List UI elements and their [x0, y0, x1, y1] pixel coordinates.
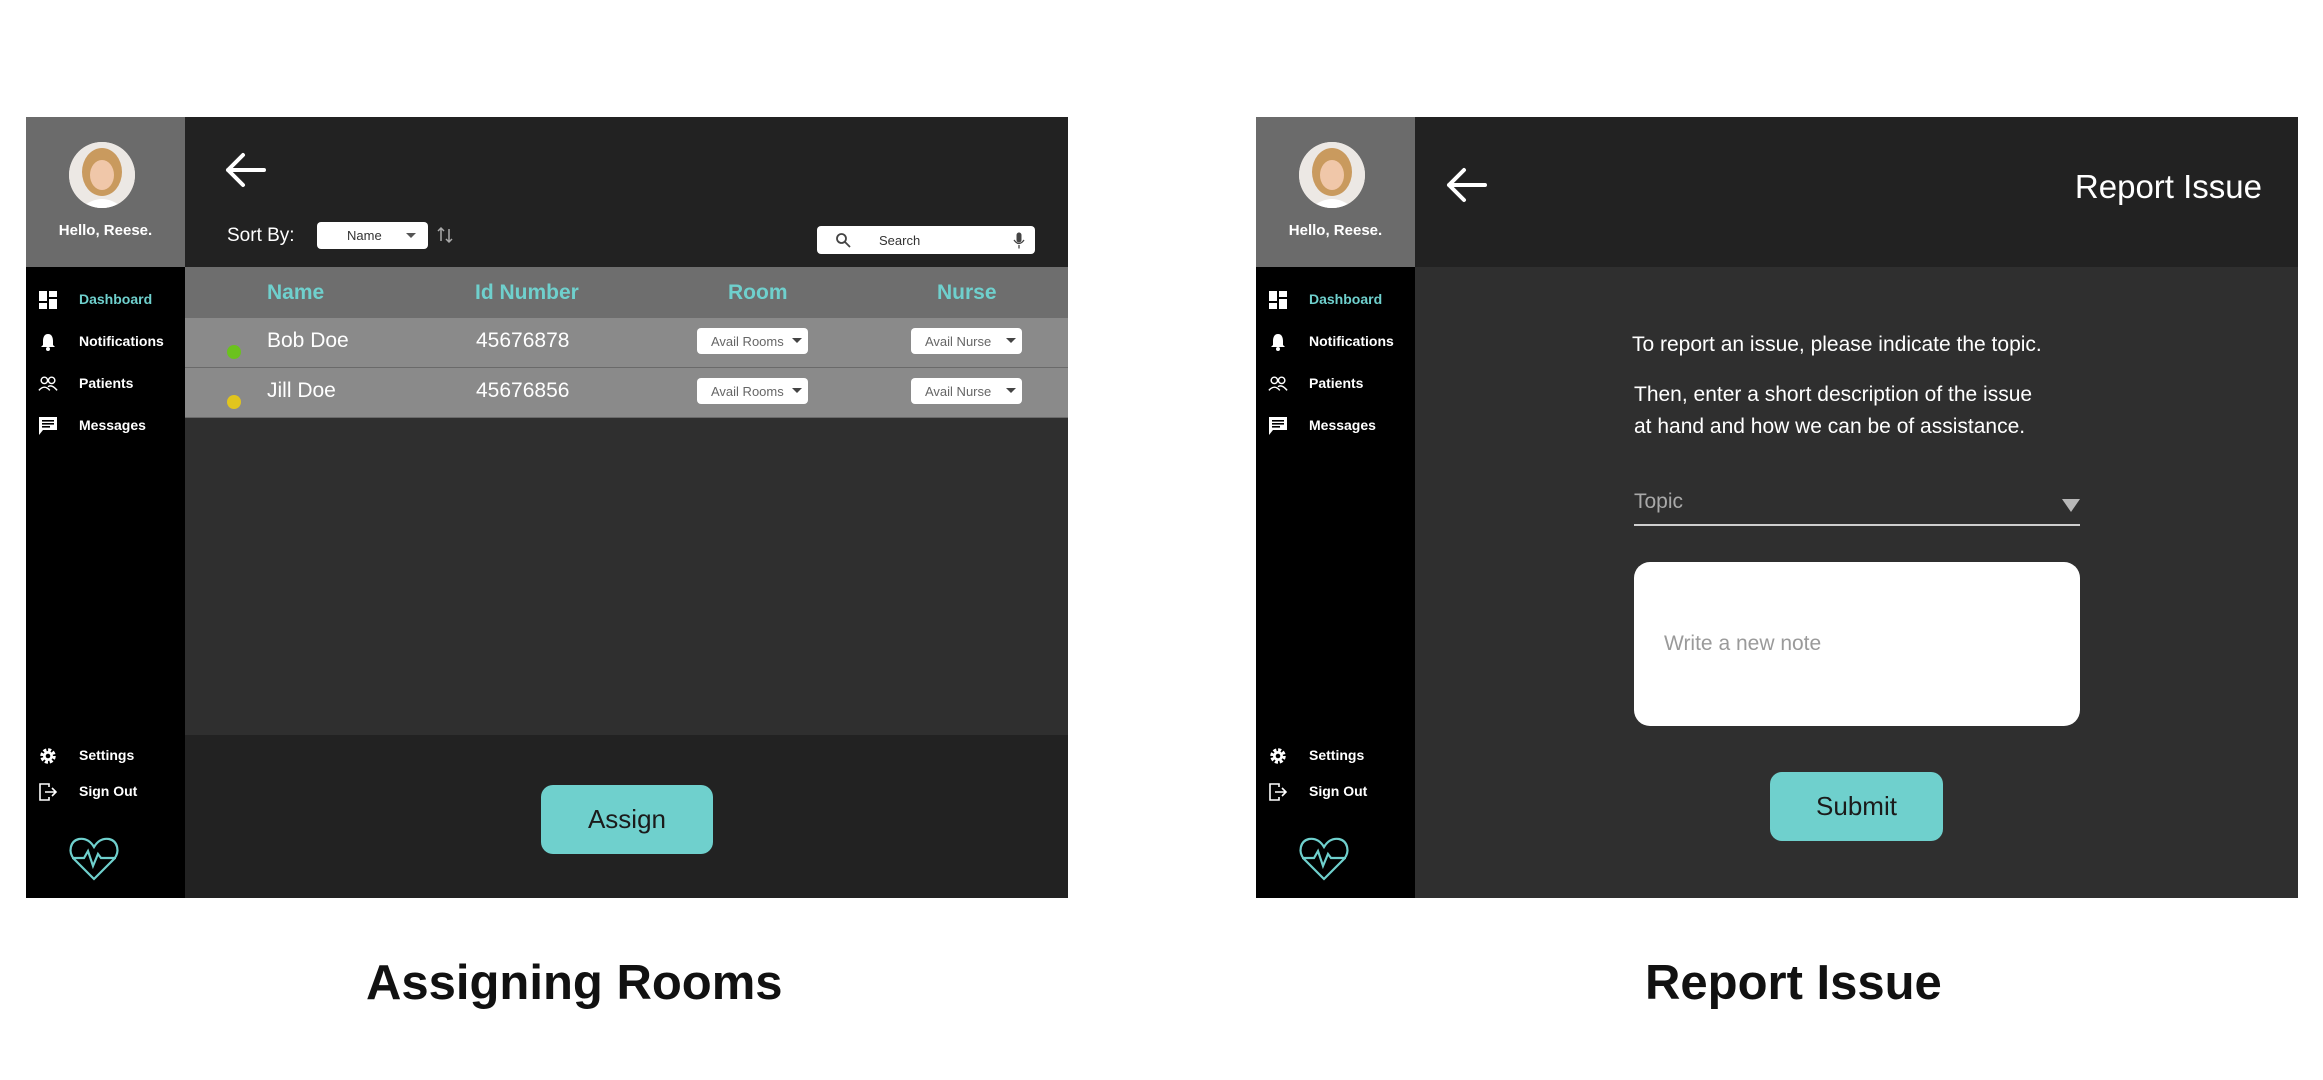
back-arrow-icon[interactable] [1445, 167, 1487, 203]
sidebar-item-label: Patients [79, 375, 134, 391]
nurse-dropdown[interactable]: Avail Nurse [911, 328, 1022, 354]
chevron-down-icon [406, 233, 416, 238]
instruction-line: Then, enter a short description of the i… [1634, 383, 2033, 406]
sidebar-item-label: Notifications [79, 333, 164, 349]
sidebar-item-notifications[interactable]: Notifications [26, 326, 185, 356]
bell-icon [41, 334, 55, 351]
sort-select[interactable]: Name [317, 222, 428, 249]
avatar[interactable] [1299, 142, 1365, 208]
sidebar-item-label: Dashboard [1309, 291, 1383, 307]
table-row[interactable]: Bob Doe 45676878 Avail Rooms Avail Nurse [185, 318, 1068, 368]
back-arrow-icon[interactable] [224, 152, 266, 188]
search-icon [836, 233, 851, 248]
bottom-bar: Assign [185, 735, 1068, 898]
sign-out-icon [1269, 783, 1288, 801]
report-issue-screen: Hello, Reese. Dashboard Notifications Pa… [1256, 117, 2298, 898]
sidebar-item-label: Messages [79, 417, 146, 433]
greeting-text: Hello, Reese. [1288, 222, 1383, 239]
room-dropdown[interactable]: Avail Rooms [697, 378, 808, 404]
room-dropdown-value: Avail Rooms [711, 384, 784, 399]
table-header: Name Id Number Room Nurse [185, 267, 1068, 318]
instruction-line: To report an issue, please indicate the … [1632, 333, 2042, 356]
chevron-down-icon [792, 338, 802, 343]
topic-select-placeholder: Topic [1634, 490, 1684, 513]
nurse-dropdown-value: Avail Nurse [925, 384, 992, 399]
topic-select[interactable]: Topic [1634, 484, 2080, 526]
chevron-down-icon [792, 388, 802, 393]
microphone-icon[interactable] [1013, 232, 1025, 249]
search-input[interactable]: Search [879, 233, 920, 248]
sidebar-item-label: Notifications [1309, 333, 1394, 349]
sidebar: Hello, Reese. Dashboard Notifications Pa… [1256, 117, 1415, 898]
bell-icon [1271, 334, 1285, 351]
sidebar-item-dashboard[interactable]: Dashboard [1256, 284, 1415, 314]
heartbeat-logo-icon [1299, 837, 1349, 881]
column-header-id[interactable]: Id Number [475, 281, 579, 305]
sidebar-item-label: Patients [1309, 375, 1364, 391]
sidebar-item-patients[interactable]: Patients [1256, 368, 1415, 398]
sidebar-item-messages[interactable]: Messages [26, 410, 185, 440]
gear-icon [1270, 748, 1286, 764]
caption-assigning-rooms: Assigning Rooms [366, 956, 783, 1010]
caption-report-issue: Report Issue [1645, 956, 1942, 1010]
patient-name: Jill Doe [267, 379, 336, 402]
sidebar-item-patients[interactable]: Patients [26, 368, 185, 398]
sidebar-item-label: Settings [79, 747, 135, 763]
profile-section: Hello, Reese. [26, 117, 185, 267]
sign-out-icon [39, 783, 58, 801]
search-bar[interactable]: Search [817, 226, 1035, 254]
people-icon [1268, 376, 1288, 391]
greeting-text: Hello, Reese. [58, 222, 153, 239]
table-row[interactable]: Jill Doe 45676856 Avail Rooms Avail Nurs… [185, 368, 1068, 418]
room-dropdown[interactable]: Avail Rooms [697, 328, 808, 354]
sidebar: Hello, Reese. Dashboard Notifications Pa… [26, 117, 185, 898]
sidebar-item-sign-out[interactable]: Sign Out [26, 776, 185, 806]
sidebar-item-label: Messages [1309, 417, 1376, 433]
assign-button[interactable]: Assign [541, 785, 713, 854]
column-header-name[interactable]: Name [267, 281, 324, 305]
chevron-down-icon [2062, 499, 2080, 512]
top-bar: Report Issue [1415, 117, 2298, 267]
message-icon [1269, 417, 1287, 435]
sidebar-item-label: Settings [1309, 747, 1365, 763]
heartbeat-logo-icon [69, 837, 119, 881]
top-bar: Sort By: Name Search [185, 117, 1068, 267]
dashboard-icon [39, 291, 57, 309]
page-title: Report Issue [2074, 168, 2262, 205]
sidebar-item-sign-out[interactable]: Sign Out [1256, 776, 1415, 806]
status-dot [227, 395, 241, 409]
status-dot [227, 345, 241, 359]
submit-button[interactable]: Submit [1770, 772, 1943, 841]
nurse-dropdown-value: Avail Nurse [925, 334, 992, 349]
message-icon [39, 417, 57, 435]
patient-name: Bob Doe [267, 329, 349, 352]
chevron-down-icon [1006, 388, 1016, 393]
gear-icon [40, 748, 56, 764]
patient-id: 45676856 [476, 379, 570, 402]
note-textarea[interactable] [1634, 562, 2080, 726]
avatar[interactable] [69, 142, 135, 208]
sort-select-value: Name [347, 228, 382, 243]
sidebar-item-dashboard[interactable]: Dashboard [26, 284, 185, 314]
sidebar-item-settings[interactable]: Settings [1256, 740, 1415, 770]
sort-toggle-icon[interactable] [436, 225, 454, 245]
assign-rooms-screen: Hello, Reese. Dashboard Notifications Pa… [26, 117, 1068, 898]
sidebar-item-notifications[interactable]: Notifications [1256, 326, 1415, 356]
patient-id: 45676878 [476, 329, 570, 352]
sidebar-item-settings[interactable]: Settings [26, 740, 185, 770]
column-header-nurse[interactable]: Nurse [937, 281, 997, 305]
profile-section: Hello, Reese. [1256, 117, 1415, 267]
people-icon [38, 376, 58, 391]
sidebar-item-messages[interactable]: Messages [1256, 410, 1415, 440]
sort-by-label: Sort By: [227, 225, 295, 246]
dashboard-icon [1269, 291, 1287, 309]
nurse-dropdown[interactable]: Avail Nurse [911, 378, 1022, 404]
sidebar-item-label: Sign Out [1309, 783, 1368, 799]
room-dropdown-value: Avail Rooms [711, 334, 784, 349]
chevron-down-icon [1006, 338, 1016, 343]
sidebar-item-label: Dashboard [79, 291, 153, 307]
instruction-line: at hand and how we can be of assistance. [1634, 415, 2026, 438]
column-header-room[interactable]: Room [728, 281, 788, 305]
sidebar-item-label: Sign Out [79, 783, 138, 799]
